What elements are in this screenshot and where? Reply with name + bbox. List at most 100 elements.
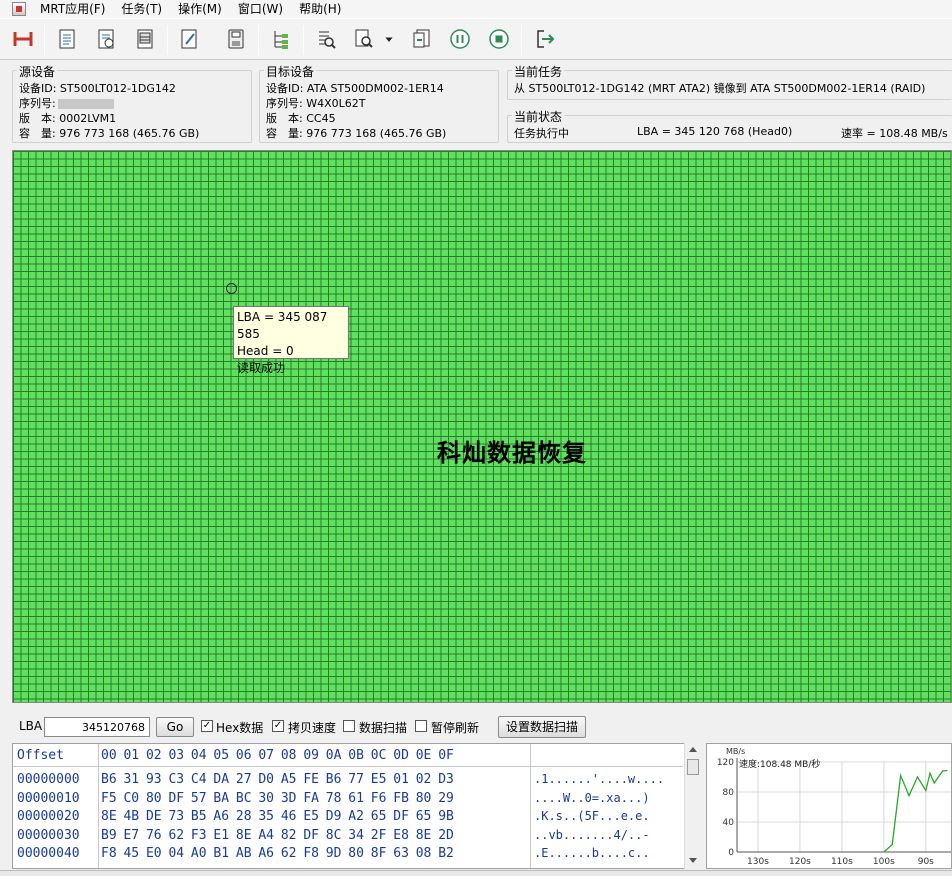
sector-tooltip: LBA = 345 087 585 Head = 0 读取成功 — [233, 306, 349, 375]
target-device-id: ATA ST500DM002-1ER14 — [306, 82, 444, 95]
source-version-row: 版 本: 0002LVM1 — [19, 110, 116, 126]
current-status-group: 当前状态 任务执行中 LBA = 345 120 768 (Head0) 速率 … — [507, 108, 952, 143]
document-table-icon — [137, 29, 153, 49]
hex-data-checkbox[interactable]: ✓ — [201, 720, 213, 732]
data-scan-checkbox[interactable] — [343, 720, 355, 732]
x-tick-label: 100s — [873, 857, 895, 867]
hex-row-bytes: F5 C0 80 DF 57 BA BC 30 3D FA 78 61 F6 F… — [101, 790, 454, 806]
go-button[interactable]: Go — [156, 717, 194, 737]
y-tick-label: 120 — [717, 758, 734, 768]
doc-list-button[interactable] — [54, 26, 80, 52]
speed-point — [891, 843, 893, 846]
hex-row-bytes: F8 45 E0 04 A0 B1 AB A6 62 F8 9D 80 8F 6… — [101, 846, 454, 861]
target-device-group: 目标设备 设备ID: ATA ST500DM002-1ER14 序列号: W4X… — [259, 63, 499, 143]
document-list-icon — [59, 29, 75, 49]
find-dropdown-button[interactable] — [381, 26, 397, 52]
current-task-title: 当前任务 — [512, 63, 565, 80]
current-status-title: 当前状态 — [512, 108, 565, 125]
hex-scrollbar[interactable] — [684, 743, 700, 869]
target-version-label: 版 本: — [266, 112, 303, 125]
pause-button[interactable] — [447, 26, 473, 52]
speed-point — [929, 772, 931, 774]
status-lba: LBA = 345 120 768 (Head0) — [637, 125, 793, 138]
scan-settings-button[interactable]: 设置数据扫描 — [498, 716, 586, 738]
target-device-title: 目标设备 — [264, 63, 317, 80]
menu-window[interactable]: 窗口(W) — [230, 0, 291, 18]
save-icon — [228, 29, 244, 49]
source-capacity: 976 773 168 (465.76 GB) — [59, 127, 200, 140]
hex-columns-header: 00 01 02 03 04 05 06 07 08 09 0A 0B 0C 0… — [101, 748, 454, 763]
target-version-row: 版 本: CC45 — [266, 110, 336, 126]
target-serial: W4X0L62T — [306, 97, 366, 110]
tree-button[interactable] — [268, 26, 294, 52]
save-button[interactable] — [223, 26, 249, 52]
export-button[interactable] — [409, 26, 435, 52]
doc-table-button[interactable] — [132, 26, 158, 52]
speed-point — [942, 770, 944, 772]
search-list-icon — [319, 31, 336, 49]
hex-scroll-thumb[interactable] — [687, 759, 699, 775]
speed-point — [900, 774, 902, 777]
connect-tool-button[interactable] — [10, 26, 36, 52]
source-device-id: ST500LT012-1DG142 — [59, 82, 176, 95]
tree-structure-icon — [274, 31, 288, 49]
menu-app[interactable]: MRT应用(F) — [32, 0, 113, 18]
hex-data-label: Hex数据 — [216, 721, 264, 735]
hex-row-ascii: ..vb.......4/..- — [534, 827, 650, 842]
toolbar — [0, 18, 952, 60]
mouse-cursor — [226, 283, 237, 294]
speed-point — [937, 776, 940, 778]
x-tick-label: 130s — [747, 857, 769, 867]
exit-button[interactable] — [532, 26, 558, 52]
speed-point — [908, 795, 910, 797]
speed-point — [925, 789, 927, 792]
source-capacity-label: 容 量: — [19, 127, 56, 140]
document-copy-icon — [98, 29, 114, 49]
copy-speed-checkbox[interactable]: ✓ — [272, 720, 284, 732]
speed-series-line — [883, 769, 947, 853]
hex-row-bytes: 8E 4B DE 73 B5 A6 28 35 46 E5 D9 A2 65 D… — [101, 809, 454, 824]
hex-row-bytes: B6 31 93 C3 C4 DA 27 D0 A5 FE B6 77 E5 0… — [101, 772, 454, 787]
target-version: CC45 — [306, 112, 336, 125]
source-version: 0002LVM1 — [59, 112, 117, 125]
lba-label: LBA — [19, 719, 43, 733]
status-state: 任务执行中 — [514, 127, 569, 140]
menu-operation[interactable]: 操作(M) — [170, 0, 230, 18]
status-speed: 速率 = 108.48 MB/s — [841, 127, 948, 140]
y-tick-label: 0 — [728, 848, 734, 858]
speed-point — [916, 776, 919, 778]
hex-viewer[interactable]: Offset 00 01 02 03 04 05 06 07 08 09 0A … — [12, 743, 700, 869]
export-document-icon — [413, 29, 430, 48]
target-serial-label: 序列号: — [266, 97, 303, 110]
source-device-id-row: 设备ID: ST500LT012-1DG142 — [19, 80, 176, 96]
sector-map[interactable] — [12, 150, 952, 703]
hex-row-ascii: .E......b....c.. — [534, 846, 650, 860]
y-axis-label: MB/s — [726, 747, 745, 756]
doc-copy-button[interactable] — [93, 26, 119, 52]
speed-annotation: 速度:108.48 MB/秒 — [739, 758, 820, 770]
hex-row-ascii: .1......'....w.... — [534, 772, 665, 786]
lba-input[interactable] — [44, 717, 150, 737]
scroll-up-arrow-icon[interactable] — [688, 745, 698, 755]
document-edit-icon — [181, 29, 197, 49]
find-button[interactable] — [351, 26, 377, 52]
controls-bar: LBA Go ✓ Hex数据 ✓ 拷贝速度 数据扫描 暂停刷新 设置数据扫描 — [0, 712, 952, 740]
source-version-label: 版 本: — [19, 112, 56, 125]
menu-task[interactable]: 任务(T) — [113, 0, 170, 18]
y-tick-label: 40 — [723, 818, 735, 828]
x-tick-label: 120s — [789, 857, 811, 867]
speed-point — [883, 851, 885, 853]
search-sectors-button[interactable] — [313, 26, 339, 52]
source-device-group: 源设备 设备ID: ST500LT012-1DG142 序列号: 版 本: 00… — [12, 63, 252, 143]
stop-button[interactable] — [486, 26, 512, 52]
hex-row-bytes: B9 E7 76 62 F3 E1 8E A4 82 DF 8C 34 2F E… — [101, 827, 454, 843]
tooltip-lba: LBA = 345 087 585 — [237, 310, 328, 341]
app-icon — [12, 2, 26, 16]
source-serial-label: 序列号: — [19, 97, 56, 110]
menu-help[interactable]: 帮助(H) — [291, 0, 349, 18]
stop-icon — [489, 29, 509, 49]
current-task-group: 当前任务 从 ST500LT012-1DG142 (MRT ATA2) 镜像到 … — [507, 63, 952, 100]
edit-doc-button[interactable] — [176, 26, 202, 52]
pause-refresh-checkbox[interactable] — [415, 720, 427, 732]
scroll-down-arrow-icon[interactable] — [688, 855, 698, 865]
